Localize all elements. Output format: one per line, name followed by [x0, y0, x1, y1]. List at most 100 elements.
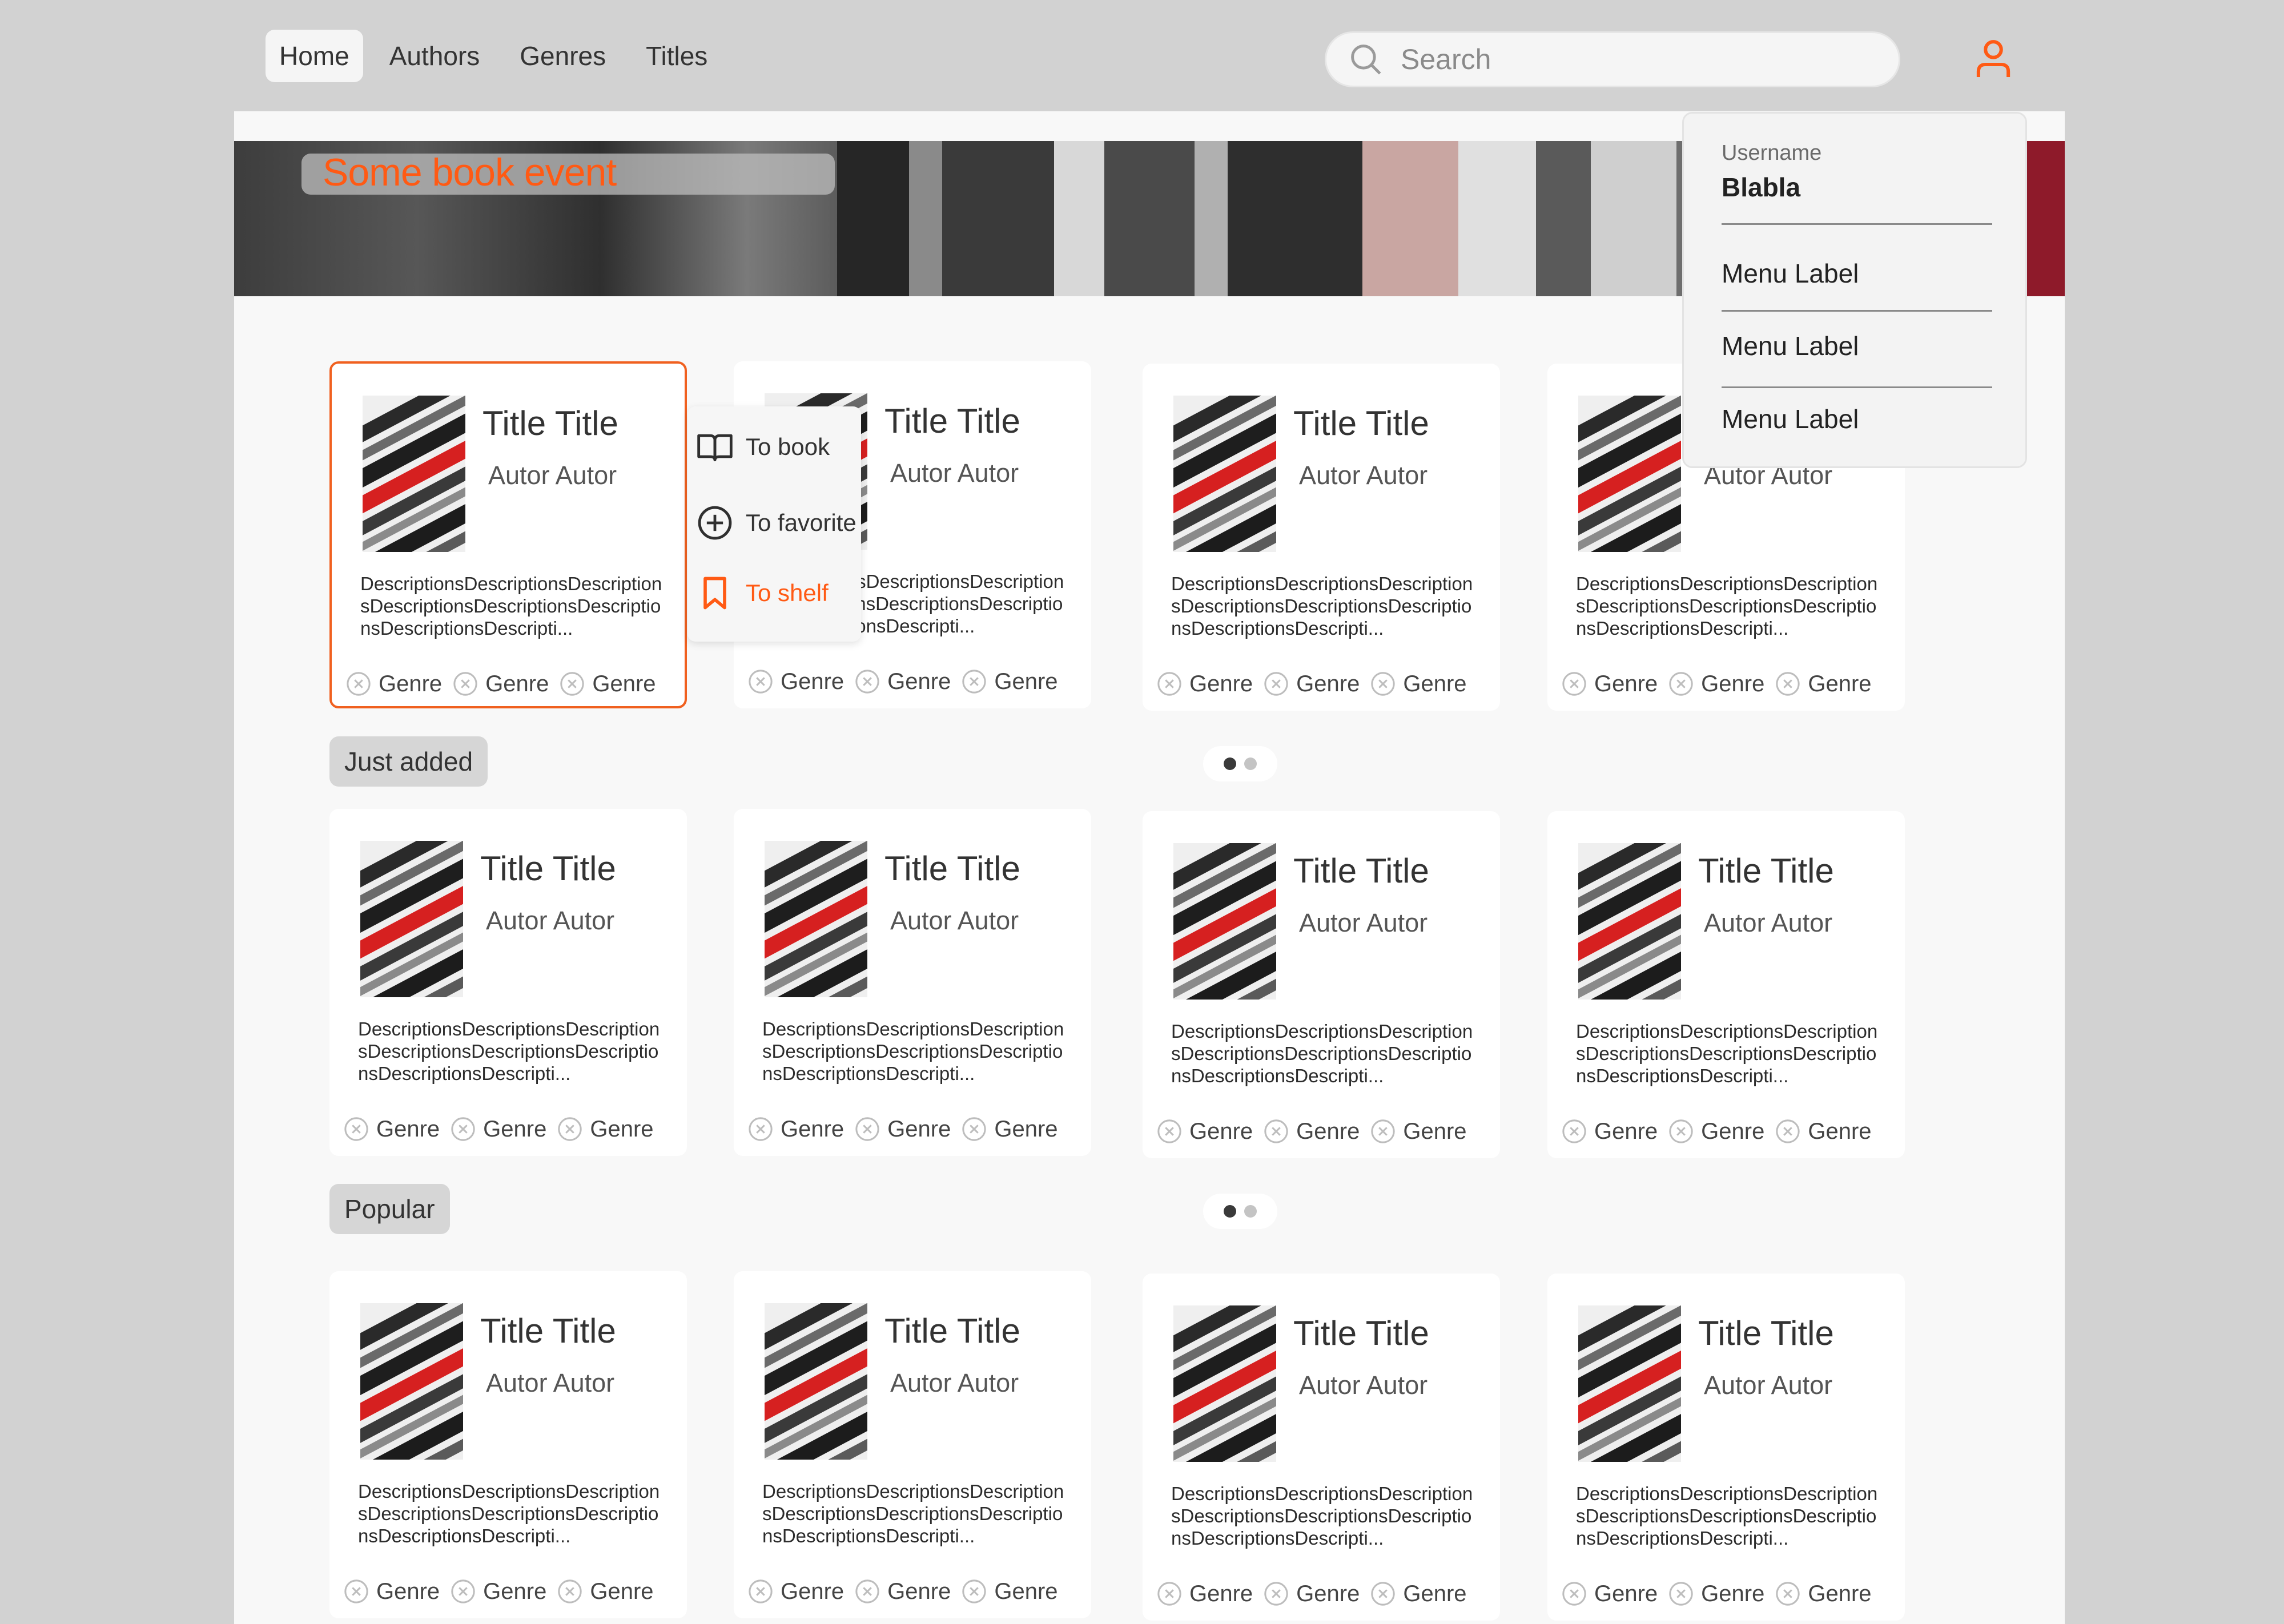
- remove-genre-icon[interactable]: [747, 1578, 774, 1605]
- genre-tag[interactable]: Genre: [1263, 671, 1360, 697]
- remove-genre-icon[interactable]: [854, 1578, 880, 1605]
- genre-tag[interactable]: Genre: [1156, 671, 1253, 697]
- book-author[interactable]: Autor Autor: [890, 1368, 1019, 1398]
- genre-tag[interactable]: Genre: [450, 1116, 546, 1142]
- remove-genre-icon[interactable]: [961, 668, 987, 695]
- book-author[interactable]: Autor Autor: [1704, 1371, 1832, 1400]
- genre-tag[interactable]: Genre: [1370, 1118, 1467, 1145]
- remove-genre-icon[interactable]: [557, 1116, 583, 1142]
- remove-genre-icon[interactable]: [1156, 1118, 1183, 1145]
- remove-genre-icon[interactable]: [747, 668, 774, 695]
- book-cover[interactable]: [1173, 843, 1276, 1000]
- genre-tag[interactable]: Genre: [1775, 1118, 1872, 1145]
- pager-dot-active[interactable]: [1224, 757, 1236, 770]
- genre-tag[interactable]: Genre: [961, 1116, 1058, 1142]
- remove-genre-icon[interactable]: [747, 1116, 774, 1142]
- remove-genre-icon[interactable]: [1561, 1118, 1587, 1145]
- genre-tag[interactable]: Genre: [1775, 671, 1872, 697]
- book-card[interactable]: Title Title Autor Autor DescriptionsDescri…: [329, 361, 687, 708]
- genre-tag[interactable]: Genre: [961, 668, 1058, 695]
- genre-tag[interactable]: Genre: [747, 1578, 844, 1605]
- remove-genre-icon[interactable]: [559, 671, 585, 697]
- book-card[interactable]: Title Title Autor Autor DescriptionsDescri…: [734, 1271, 1091, 1618]
- remove-genre-icon[interactable]: [1263, 1581, 1289, 1607]
- book-author[interactable]: Autor Autor: [486, 1368, 614, 1398]
- book-cover[interactable]: [1173, 1305, 1276, 1462]
- genre-tag[interactable]: Genre: [1775, 1581, 1872, 1607]
- genre-tag[interactable]: Genre: [450, 1578, 546, 1605]
- genre-tag[interactable]: Genre: [343, 1578, 440, 1605]
- book-card[interactable]: Title Title Autor Autor DescriptionsDescri…: [1143, 1274, 1500, 1621]
- remove-genre-icon[interactable]: [345, 671, 372, 697]
- remove-genre-icon[interactable]: [1561, 671, 1587, 697]
- book-cover[interactable]: [765, 841, 867, 997]
- remove-genre-icon[interactable]: [450, 1578, 476, 1605]
- remove-genre-icon[interactable]: [854, 1116, 880, 1142]
- genre-tag[interactable]: Genre: [854, 668, 951, 695]
- book-author[interactable]: Autor Autor: [486, 906, 614, 936]
- remove-genre-icon[interactable]: [557, 1578, 583, 1605]
- genre-tag[interactable]: Genre: [961, 1578, 1058, 1605]
- to-favorite-item[interactable]: To favorite: [695, 497, 856, 549]
- nav-genres[interactable]: Genres: [506, 30, 620, 82]
- book-card[interactable]: Title Title Autor Autor DescriptionsDescri…: [734, 809, 1091, 1156]
- book-author[interactable]: Autor Autor: [1299, 908, 1427, 938]
- remove-genre-icon[interactable]: [1775, 1118, 1801, 1145]
- remove-genre-icon[interactable]: [961, 1116, 987, 1142]
- genre-tag[interactable]: Genre: [452, 671, 549, 697]
- genre-tag[interactable]: Genre: [854, 1116, 951, 1142]
- remove-genre-icon[interactable]: [1156, 671, 1183, 697]
- nav-titles[interactable]: Titles: [632, 30, 721, 82]
- to-shelf-item[interactable]: To shelf: [695, 567, 829, 619]
- to-book-item[interactable]: To book: [695, 421, 830, 473]
- genre-tag[interactable]: Genre: [557, 1578, 654, 1605]
- remove-genre-icon[interactable]: [343, 1116, 369, 1142]
- remove-genre-icon[interactable]: [1370, 671, 1396, 697]
- remove-genre-icon[interactable]: [1156, 1581, 1183, 1607]
- remove-genre-icon[interactable]: [452, 671, 478, 697]
- remove-genre-icon[interactable]: [1370, 1118, 1396, 1145]
- remove-genre-icon[interactable]: [961, 1578, 987, 1605]
- remove-genre-icon[interactable]: [1370, 1581, 1396, 1607]
- genre-tag[interactable]: Genre: [559, 671, 656, 697]
- genre-tag[interactable]: Genre: [1370, 671, 1467, 697]
- book-cover[interactable]: [360, 1303, 463, 1460]
- book-cover[interactable]: [765, 1303, 867, 1460]
- user-menu-item[interactable]: Menu Label: [1722, 404, 1859, 434]
- remove-genre-icon[interactable]: [1263, 1118, 1289, 1145]
- pager-dot[interactable]: [1244, 1205, 1257, 1218]
- remove-genre-icon[interactable]: [1775, 671, 1801, 697]
- genre-tag[interactable]: Genre: [343, 1116, 440, 1142]
- genre-tag[interactable]: Genre: [854, 1578, 951, 1605]
- book-card[interactable]: Title Title Autor Autor DescriptionsDescri…: [1143, 811, 1500, 1158]
- user-icon[interactable]: [1975, 38, 2012, 79]
- book-author[interactable]: Autor Autor: [488, 461, 617, 490]
- book-cover[interactable]: [363, 396, 465, 552]
- search-input[interactable]: [1401, 43, 1857, 76]
- genre-tag[interactable]: Genre: [1668, 1118, 1764, 1145]
- book-cover[interactable]: [1578, 396, 1681, 552]
- genre-tag[interactable]: Genre: [1668, 1581, 1764, 1607]
- book-author[interactable]: Autor Autor: [1704, 908, 1832, 938]
- book-card[interactable]: Title Title Autor Autor DescriptionsDescri…: [329, 809, 687, 1156]
- pager-dot-active[interactable]: [1224, 1205, 1236, 1218]
- remove-genre-icon[interactable]: [1561, 1581, 1587, 1607]
- genre-tag[interactable]: Genre: [747, 1116, 844, 1142]
- genre-tag[interactable]: Genre: [1561, 671, 1658, 697]
- genre-tag[interactable]: Genre: [1156, 1581, 1253, 1607]
- book-card[interactable]: Title Title Autor Autor DescriptionsDescri…: [1547, 1274, 1905, 1621]
- remove-genre-icon[interactable]: [1263, 671, 1289, 697]
- book-author[interactable]: Autor Autor: [1299, 1371, 1427, 1400]
- pager-dot[interactable]: [1244, 757, 1257, 770]
- book-author[interactable]: Autor Autor: [890, 906, 1019, 936]
- genre-tag[interactable]: Genre: [345, 671, 442, 697]
- genre-tag[interactable]: Genre: [1561, 1118, 1658, 1145]
- genre-tag[interactable]: Genre: [1370, 1581, 1467, 1607]
- search-box[interactable]: [1325, 31, 1900, 87]
- genre-tag[interactable]: Genre: [557, 1116, 654, 1142]
- remove-genre-icon[interactable]: [1668, 1581, 1694, 1607]
- remove-genre-icon[interactable]: [450, 1116, 476, 1142]
- book-card[interactable]: Title Title Autor Autor DescriptionsDescri…: [1547, 811, 1905, 1158]
- remove-genre-icon[interactable]: [1668, 671, 1694, 697]
- book-author[interactable]: Autor Autor: [1299, 461, 1427, 490]
